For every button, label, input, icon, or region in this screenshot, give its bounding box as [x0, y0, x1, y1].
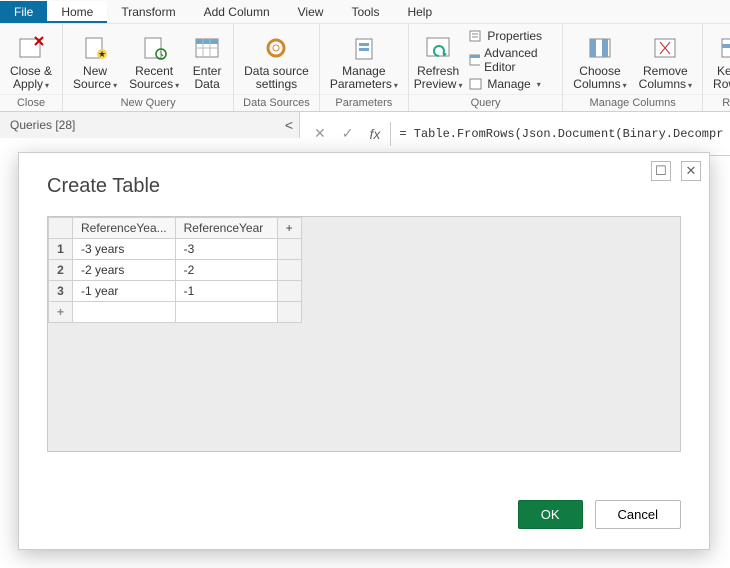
- menu-file[interactable]: File: [0, 1, 47, 23]
- group-label: New Query: [63, 94, 233, 111]
- data-source-settings-button[interactable]: Data source settings: [238, 29, 315, 91]
- group-label: Close: [0, 94, 62, 111]
- enter-data-button[interactable]: Enter Data: [185, 29, 229, 91]
- new-source-icon: ★: [82, 31, 108, 65]
- choose-columns-button[interactable]: Choose Columns: [567, 29, 632, 92]
- keep-rows-button[interactable]: Keep Rows: [707, 29, 730, 92]
- recent-sources-button[interactable]: Recent Sources: [123, 29, 185, 92]
- create-table-dialog: ☐ ✕ Create Table ReferenceYea... Referen…: [18, 152, 710, 550]
- remove-columns-icon: [652, 31, 678, 65]
- close-apply-button[interactable]: Close & Apply: [4, 29, 58, 92]
- choose-columns-icon: [587, 31, 613, 65]
- menu-tools[interactable]: Tools: [337, 1, 393, 23]
- table-row[interactable]: 1 -3 years -3: [49, 239, 302, 260]
- menu-bar: File Home Transform Add Column View Tool…: [0, 0, 730, 24]
- group-manage-columns: Choose Columns Remove Columns Manage Col…: [563, 24, 703, 111]
- column-header-b[interactable]: ReferenceYear: [175, 218, 277, 239]
- enter-data-icon: [194, 31, 220, 65]
- formula-accept-icon[interactable]: ✓: [334, 121, 362, 146]
- queries-pane-header[interactable]: Queries [28] <: [0, 112, 300, 138]
- gear-icon: [263, 31, 289, 65]
- data-grid[interactable]: ReferenceYea... ReferenceYear + 1 -3 yea…: [47, 216, 681, 452]
- collapse-icon[interactable]: <: [285, 117, 293, 133]
- group-reduce-rows: Keep Rows Rem Ro Reduce Ro: [703, 24, 730, 111]
- new-source-button[interactable]: ★ New Source: [67, 29, 123, 92]
- queries-label: Queries [28]: [10, 118, 75, 132]
- manage-parameters-button[interactable]: Manage Parameters: [324, 29, 404, 92]
- corner-cell: [49, 218, 73, 239]
- cell[interactable]: -1: [175, 281, 277, 302]
- cell[interactable]: -3: [175, 239, 277, 260]
- group-label: Data Sources: [234, 94, 319, 111]
- menu-transform[interactable]: Transform: [107, 1, 189, 23]
- dialog-maximize-icon[interactable]: ☐: [651, 161, 671, 181]
- group-new-query: ★ New Source Recent Sources Enter Data N…: [63, 24, 234, 111]
- refresh-icon: [423, 31, 453, 65]
- menu-add-column[interactable]: Add Column: [190, 1, 284, 23]
- table-row[interactable]: 2 -2 years -2: [49, 260, 302, 281]
- cell[interactable]: -2 years: [73, 260, 176, 281]
- add-column-button[interactable]: +: [277, 218, 301, 239]
- refresh-preview-button[interactable]: Refresh Preview: [413, 29, 463, 92]
- group-label: Query: [409, 94, 562, 111]
- cell[interactable]: -1 year: [73, 281, 176, 302]
- formula-text[interactable]: = Table.FromRows(Json.Document(Binary.De…: [399, 127, 723, 141]
- group-label: Reduce Ro: [703, 94, 730, 111]
- manage-button[interactable]: Manage: [467, 76, 554, 92]
- advanced-editor-icon: [469, 53, 480, 67]
- formula-bar: ✕ ✓ fx = Table.FromRows(Json.Document(Bi…: [300, 112, 730, 156]
- advanced-editor-button[interactable]: Advanced Editor: [467, 45, 554, 75]
- group-parameters: Manage Parameters Parameters: [320, 24, 409, 111]
- cancel-button[interactable]: Cancel: [595, 500, 681, 529]
- menu-help[interactable]: Help: [393, 1, 446, 23]
- parameters-icon: [351, 31, 377, 65]
- table-row[interactable]: 3 -1 year -1: [49, 281, 302, 302]
- add-row[interactable]: +: [49, 302, 302, 323]
- group-label: Parameters: [320, 94, 408, 111]
- ribbon: Close & Apply Close ★ New Source Recent …: [0, 24, 730, 112]
- properties-icon: [469, 29, 483, 43]
- group-label: Manage Columns: [563, 94, 702, 111]
- menu-view[interactable]: View: [284, 1, 338, 23]
- menu-home[interactable]: Home: [47, 1, 107, 23]
- manage-icon: [469, 77, 483, 91]
- ok-button[interactable]: OK: [518, 500, 583, 529]
- formula-cancel-icon[interactable]: ✕: [306, 121, 334, 146]
- properties-button[interactable]: Properties: [467, 28, 554, 44]
- column-header-a[interactable]: ReferenceYea...: [73, 218, 176, 239]
- dialog-title: Create Table: [47, 175, 681, 198]
- remove-columns-button[interactable]: Remove Columns: [633, 29, 698, 92]
- keep-rows-icon: [720, 31, 730, 65]
- cell[interactable]: -2: [175, 260, 277, 281]
- group-query: Refresh Preview Properties Advanced Edit…: [409, 24, 563, 111]
- group-close: Close & Apply Close: [0, 24, 63, 111]
- recent-sources-icon: [141, 31, 167, 65]
- group-data-sources: Data source settings Data Sources: [234, 24, 320, 111]
- fx-icon[interactable]: fx: [361, 122, 391, 146]
- dialog-close-icon[interactable]: ✕: [681, 161, 701, 181]
- svg-text:★: ★: [98, 49, 106, 59]
- close-apply-icon: [17, 31, 45, 65]
- cell[interactable]: -3 years: [73, 239, 176, 260]
